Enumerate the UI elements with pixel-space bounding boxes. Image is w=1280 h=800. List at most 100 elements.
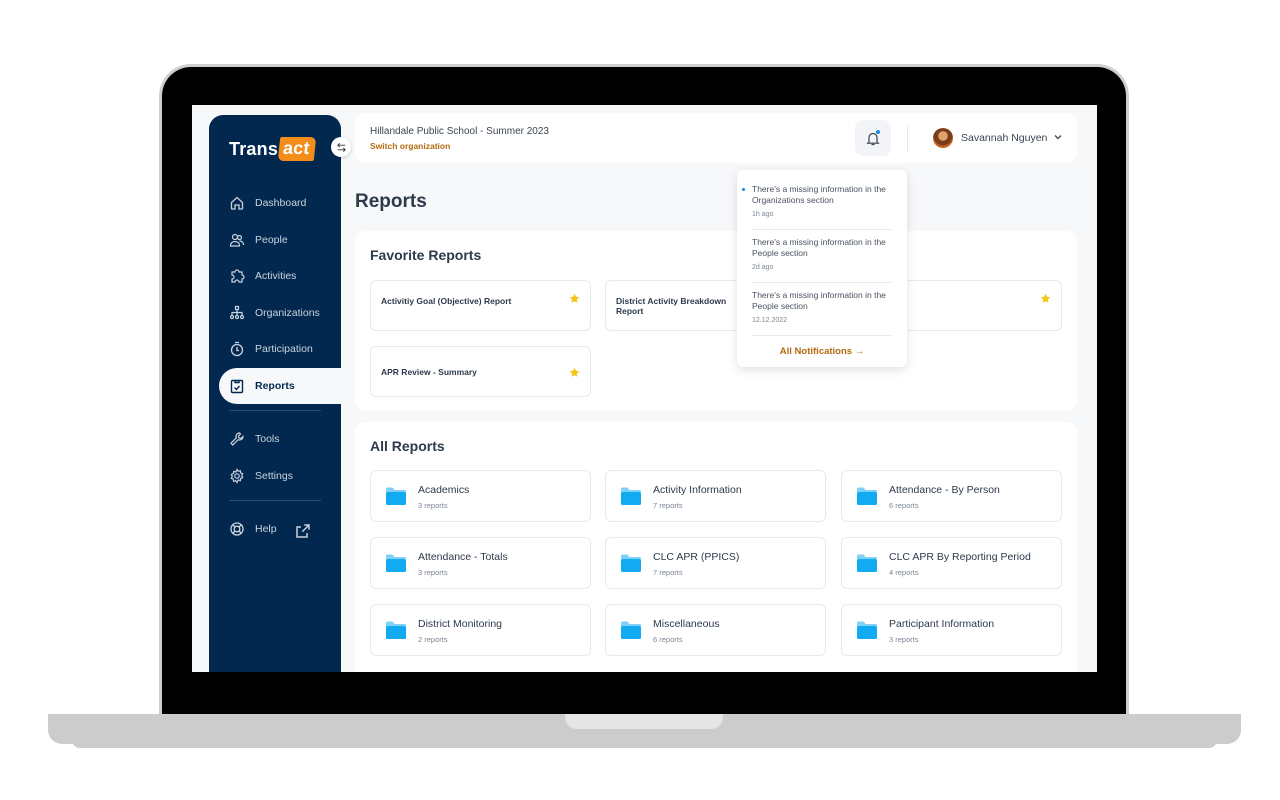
report-folder-card[interactable]: CLC APR By Reporting Period 4 reports	[841, 537, 1062, 589]
chevron-down-icon[interactable]	[1053, 132, 1063, 142]
report-count: 3 reports	[889, 635, 919, 644]
notification-divider	[752, 335, 892, 336]
stopwatch-icon	[230, 342, 244, 357]
folder-name: Attendance - Totals	[418, 551, 508, 563]
collapse-sidebar-button[interactable]	[331, 137, 351, 157]
folder-name: Activity Information	[653, 484, 742, 496]
notification-divider	[752, 229, 892, 230]
folder-icon	[857, 554, 877, 572]
sidebar-item-reports[interactable]: Reports	[219, 367, 341, 404]
wrench-icon	[230, 432, 244, 447]
user-name[interactable]: Savannah Nguyen	[961, 132, 1047, 144]
transact-logo[interactable]: Trans act	[229, 137, 316, 161]
all-notifications-link[interactable]: All Notifications →	[737, 346, 907, 357]
sidebar-item-label: Settings	[255, 469, 293, 482]
unread-indicator	[876, 130, 880, 134]
sidebar-item-settings[interactable]: Settings	[209, 458, 341, 495]
logo-suffix: act	[277, 137, 316, 161]
clipboard-check-icon	[230, 379, 244, 393]
folder-name: CLC APR (PPICS)	[653, 551, 740, 563]
report-folder-card[interactable]: Attendance - By Person 6 reports	[841, 470, 1062, 522]
sidebar-item-label: Dashboard	[255, 197, 307, 210]
notification-item[interactable]: There's a missing information in the Peo…	[752, 237, 892, 271]
report-folder-card[interactable]: District Monitoring 2 reports	[370, 604, 591, 656]
folder-icon	[386, 554, 406, 572]
report-count: 4 reports	[889, 568, 919, 577]
notifications-button[interactable]	[855, 120, 891, 156]
sidebar-item-organizations[interactable]: Organizations	[209, 295, 341, 332]
swap-arrows-icon	[336, 142, 346, 152]
sidebar-item-tools[interactable]: Tools	[209, 421, 341, 458]
home-icon	[230, 196, 244, 210]
laptop-mockup: Trans act Dashboard People Activities Or…	[0, 0, 1280, 800]
report-count: 6 reports	[889, 501, 919, 510]
sidebar-item-label: Participation	[255, 343, 313, 356]
laptop-base-foot	[72, 740, 1217, 748]
laptop-notch	[565, 714, 723, 729]
report-count: 7 reports	[653, 568, 683, 577]
favorite-reports-title: Favorite Reports	[370, 247, 482, 263]
people-icon	[229, 233, 245, 247]
report-count: 6 reports	[653, 635, 683, 644]
notification-message: There's a missing information in the Org…	[752, 184, 886, 205]
switch-organization-link[interactable]: Switch organization	[370, 141, 450, 151]
top-header: Hillandale Public School - Summer 2023 S…	[355, 113, 1077, 163]
favorite-reports-panel: Favorite Reports Activitiy Goal (Objecti…	[355, 231, 1077, 411]
page-title: Reports	[355, 191, 427, 212]
folder-name: Academics	[418, 484, 470, 496]
notification-time: 12.12.2022	[752, 317, 788, 324]
notification-time: 2d ago	[752, 264, 774, 271]
sidebar-item-help[interactable]: Help	[209, 511, 341, 548]
report-folder-card[interactable]: Attendance - Totals 3 reports	[370, 537, 591, 589]
report-folder-card[interactable]: Participant Information 3 reports	[841, 604, 1062, 656]
sidebar-item-people[interactable]: People	[209, 222, 341, 259]
sidebar-item-participation[interactable]: Participation	[209, 331, 341, 368]
favorite-report-card[interactable]: Activitiy Goal (Objective) Report	[370, 280, 591, 331]
star-icon[interactable]	[1040, 293, 1051, 304]
favorite-report-card[interactable]: APR Review - Summary	[370, 346, 591, 397]
notification-item[interactable]: There's a missing information in the Peo…	[752, 290, 892, 324]
folder-icon	[386, 487, 406, 505]
notification-divider	[752, 282, 892, 283]
notifications-dropdown: There's a missing information in the Org…	[737, 170, 907, 367]
organization-name: Hillandale Public School - Summer 2023	[370, 126, 549, 137]
sidebar-item-label: Tools	[255, 433, 280, 446]
sidebar-item-label: Reports	[255, 379, 295, 392]
folder-name: Miscellaneous	[653, 618, 720, 630]
logo-prefix: Trans	[229, 138, 279, 159]
report-folder-card[interactable]: Activity Information 7 reports	[605, 470, 826, 522]
user-avatar[interactable]	[933, 128, 953, 148]
notification-time: 1h ago	[752, 211, 774, 218]
folder-name: CLC APR By Reporting Period	[889, 551, 1031, 563]
report-count: 3 reports	[418, 568, 448, 577]
report-folder-card[interactable]: CLC APR (PPICS) 7 reports	[605, 537, 826, 589]
lifebuoy-icon	[230, 522, 244, 536]
sidebar-item-dashboard[interactable]: Dashboard	[209, 185, 341, 222]
report-name: District Activity Breakdown Report	[616, 296, 727, 316]
folder-icon	[857, 621, 877, 639]
folder-name: Participant Information	[889, 618, 995, 630]
folder-icon	[621, 554, 641, 572]
folder-icon	[386, 621, 406, 639]
folder-icon	[857, 487, 877, 505]
report-count: 2 reports	[418, 635, 448, 644]
all-reports-panel: All Reports Academics 3 reports Activity I…	[355, 422, 1077, 672]
report-name: Activitiy Goal (Objective) Report	[381, 296, 512, 306]
notification-message: There's a missing information in the Peo…	[752, 237, 886, 258]
sidebar-item-label: Activities	[255, 270, 297, 283]
sidebar: Trans act Dashboard People Activities Or…	[209, 115, 341, 672]
all-reports-title: All Reports	[370, 438, 445, 454]
sidebar-divider	[229, 500, 321, 501]
folder-icon	[621, 621, 641, 639]
sidebar-item-activities[interactable]: Activities	[209, 258, 341, 295]
star-icon[interactable]	[569, 293, 580, 304]
star-icon[interactable]	[569, 367, 580, 378]
report-folder-card[interactable]: Miscellaneous 6 reports	[605, 604, 826, 656]
report-folder-card[interactable]: Academics 3 reports	[370, 470, 591, 522]
sidebar-nav: Dashboard People Activities Organization…	[209, 185, 341, 548]
notification-item[interactable]: There's a missing information in the Org…	[742, 184, 892, 218]
org-chart-icon	[229, 305, 245, 319]
notification-message: There's a missing information in the Peo…	[752, 290, 886, 311]
gear-icon	[230, 468, 244, 484]
folder-icon	[621, 487, 641, 505]
